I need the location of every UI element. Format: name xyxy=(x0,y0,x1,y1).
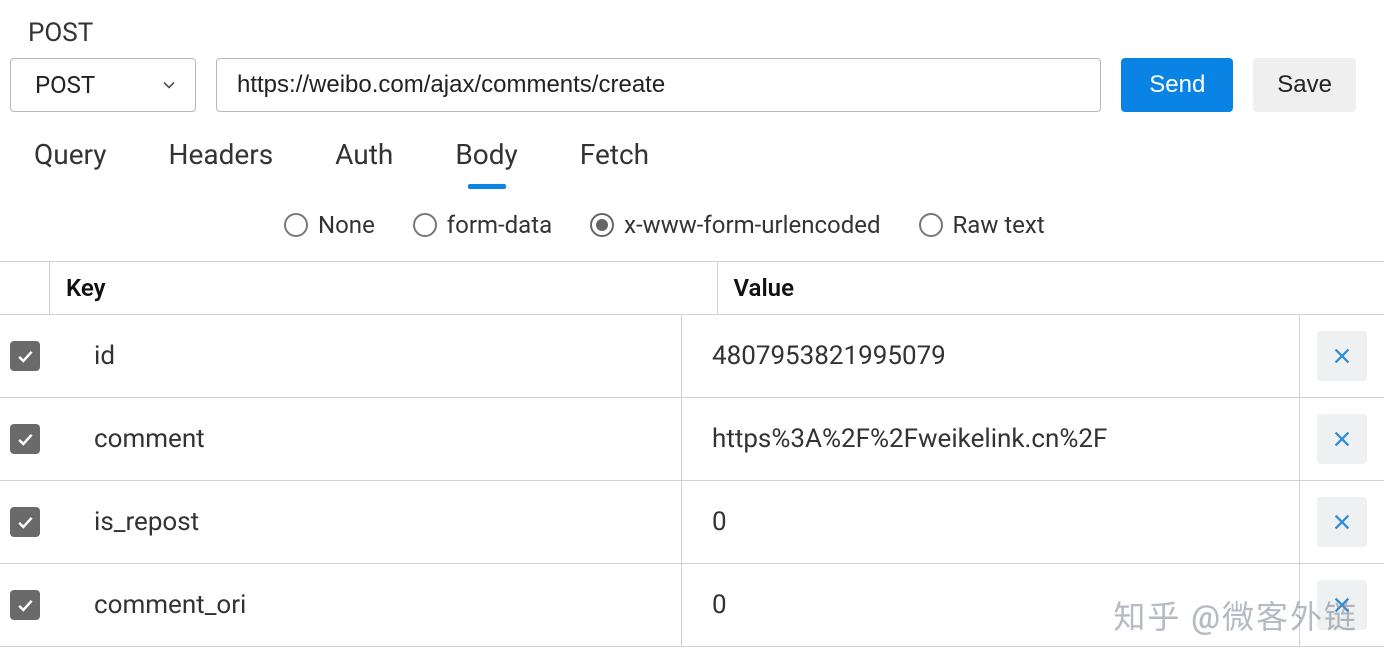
delete-row-button[interactable] xyxy=(1317,331,1367,381)
body-type-label: x-www-form-urlencoded xyxy=(624,211,880,239)
table-row: comment_ori 0 xyxy=(0,564,1384,647)
body-type-options: None form-data x-www-form-urlencoded Raw… xyxy=(0,189,1384,261)
close-icon xyxy=(1331,511,1353,533)
body-type-label: form-data xyxy=(447,211,552,239)
column-header-value: Value xyxy=(718,262,1384,314)
radio-icon xyxy=(590,213,614,237)
row-checkbox[interactable] xyxy=(10,590,40,620)
save-button[interactable]: Save xyxy=(1253,58,1356,112)
chevron-down-icon xyxy=(159,75,179,95)
tab-body[interactable]: Body xyxy=(455,138,517,189)
request-bar: POST Send Save xyxy=(0,58,1384,124)
delete-row-button[interactable] xyxy=(1317,580,1367,630)
param-value[interactable]: 0 xyxy=(682,564,1300,646)
radio-icon xyxy=(919,213,943,237)
tab-auth[interactable]: Auth xyxy=(335,138,393,189)
body-type-label: None xyxy=(318,211,375,239)
delete-row-button[interactable] xyxy=(1317,497,1367,547)
row-checkbox[interactable] xyxy=(10,507,40,537)
tabs: Query Headers Auth Body Fetch xyxy=(0,124,1384,189)
check-icon xyxy=(15,512,35,532)
tab-fetch[interactable]: Fetch xyxy=(580,138,649,189)
page-title: POST xyxy=(0,0,1384,58)
param-key[interactable]: comment_ori xyxy=(50,564,682,646)
tab-query[interactable]: Query xyxy=(34,138,107,189)
close-icon xyxy=(1331,428,1353,450)
send-button[interactable]: Send xyxy=(1121,58,1233,112)
check-icon xyxy=(15,346,35,366)
row-checkbox[interactable] xyxy=(10,341,40,371)
param-value[interactable]: 4807953821995079 xyxy=(682,315,1300,397)
check-icon xyxy=(15,429,35,449)
delete-row-button[interactable] xyxy=(1317,414,1367,464)
row-checkbox[interactable] xyxy=(10,424,40,454)
radio-icon xyxy=(413,213,437,237)
body-type-rawtext[interactable]: Raw text xyxy=(919,211,1045,239)
radio-icon xyxy=(284,213,308,237)
params-header: Key Value xyxy=(0,261,1384,315)
param-key[interactable]: is_repost xyxy=(50,481,682,563)
param-key[interactable]: comment xyxy=(50,398,682,480)
param-value[interactable]: https%3A%2F%2Fweikelink.cn%2F xyxy=(682,398,1300,480)
table-row: id 4807953821995079 xyxy=(0,315,1384,398)
url-input[interactable] xyxy=(216,58,1101,112)
body-type-none[interactable]: None xyxy=(284,211,375,239)
method-label: POST xyxy=(35,71,95,99)
body-type-urlencoded[interactable]: x-www-form-urlencoded xyxy=(590,211,880,239)
check-icon xyxy=(15,595,35,615)
tab-headers[interactable]: Headers xyxy=(169,138,274,189)
column-header-key: Key xyxy=(50,262,718,314)
body-type-label: Raw text xyxy=(953,211,1045,239)
param-key[interactable]: id xyxy=(50,315,682,397)
method-select[interactable]: POST xyxy=(10,58,196,112)
params-body: id 4807953821995079 comment https%3A%2F%… xyxy=(0,315,1384,647)
close-icon xyxy=(1331,594,1353,616)
table-row: is_repost 0 xyxy=(0,481,1384,564)
param-value[interactable]: 0 xyxy=(682,481,1300,563)
table-row: comment https%3A%2F%2Fweikelink.cn%2F xyxy=(0,398,1384,481)
body-type-formdata[interactable]: form-data xyxy=(413,211,552,239)
close-icon xyxy=(1331,345,1353,367)
